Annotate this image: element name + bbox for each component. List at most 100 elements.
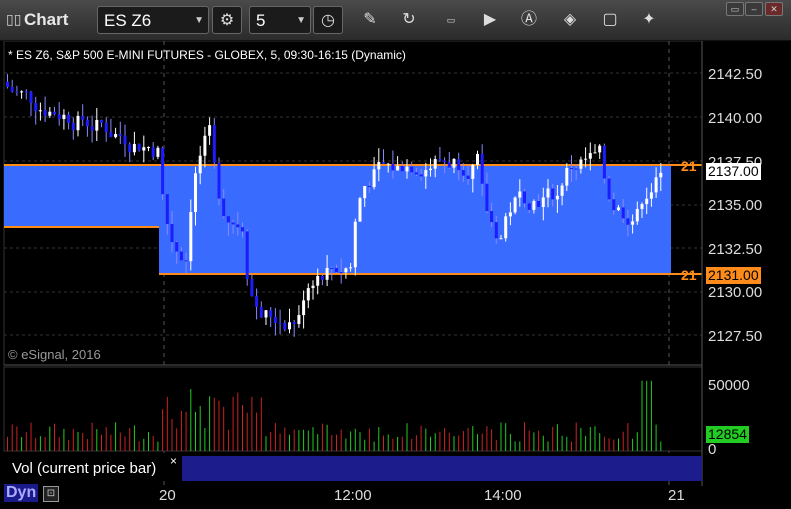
candle-body xyxy=(203,135,207,156)
candle-body xyxy=(255,296,259,307)
candle-body xyxy=(649,192,653,199)
pencil-icon[interactable]: ✎ xyxy=(355,6,385,34)
restore-icon[interactable]: ▭ xyxy=(726,2,744,16)
volume-panel xyxy=(3,366,703,452)
chevron-down-icon[interactable]: ▼ xyxy=(194,7,204,35)
candle-body xyxy=(38,110,42,112)
tag-icon[interactable]: ◈ xyxy=(555,6,585,34)
candle-body xyxy=(198,155,202,174)
candle-body xyxy=(546,188,550,198)
candle-body xyxy=(480,153,484,184)
candle-body xyxy=(645,198,649,205)
candle-body xyxy=(367,185,371,188)
candle-body xyxy=(147,147,150,149)
candle-body xyxy=(358,198,362,222)
candle-body xyxy=(132,143,136,153)
volume-close-button[interactable]: × xyxy=(170,454,177,468)
candle-body xyxy=(194,173,197,213)
candle-body xyxy=(259,306,263,318)
candle-body xyxy=(335,267,338,273)
candle-body xyxy=(471,165,475,179)
dynamic-mode-label[interactable]: Dyn xyxy=(4,484,39,502)
candle-body xyxy=(659,172,663,178)
copyright: © eSignal, 2016 xyxy=(8,347,101,362)
volume-tick: 50000 xyxy=(708,377,750,394)
zone-left xyxy=(4,165,159,227)
candle-body xyxy=(85,119,89,127)
refresh-icon[interactable]: ↻ xyxy=(394,6,424,34)
candle-body xyxy=(602,145,606,179)
zone-main xyxy=(159,165,671,274)
candle-body xyxy=(76,115,80,131)
candle-body xyxy=(621,207,625,219)
candle-body xyxy=(278,322,282,324)
candle-body xyxy=(100,119,103,123)
time-tick: 20 xyxy=(159,487,176,504)
candle-body xyxy=(156,147,160,157)
chart-app-icon: ▯▯ xyxy=(6,11,22,27)
candle-body xyxy=(170,224,174,243)
candle-body xyxy=(419,174,423,177)
lock-icon[interactable]: ⊡ xyxy=(43,486,59,502)
candle-body xyxy=(584,158,588,160)
play-icon[interactable]: ▶ xyxy=(475,6,505,34)
candle-body xyxy=(523,191,526,204)
chevron-down-icon[interactable]: ▼ xyxy=(296,7,306,35)
twitter-icon[interactable]: ✦ xyxy=(634,6,664,34)
candle-body xyxy=(250,278,254,297)
candle-body xyxy=(588,152,592,159)
candle-body xyxy=(461,170,465,176)
candle-body xyxy=(231,222,235,225)
candle-body xyxy=(95,119,99,131)
candle-body xyxy=(311,285,315,289)
candle-body xyxy=(175,242,179,252)
candle-body xyxy=(485,183,489,212)
candle-body xyxy=(212,125,216,163)
candle-body xyxy=(330,267,334,269)
candle-body xyxy=(20,91,24,93)
symbol-description: * ES Z6, S&P 500 E-MINI FUTURES - GLOBEX… xyxy=(8,48,406,62)
alert-icon[interactable]: Ⓐ xyxy=(514,6,544,34)
comment-icon[interactable]: ▢ xyxy=(595,6,625,34)
candle-body xyxy=(574,168,578,170)
interval-combo[interactable]: 5 ▼ xyxy=(249,6,311,34)
candle-body xyxy=(241,227,244,232)
zone-lower-price-badge: 2131.00 xyxy=(706,267,761,284)
chart-area[interactable]: * ES Z6, S&P 500 E-MINI FUTURES - GLOBEX… xyxy=(0,41,791,509)
candle-body xyxy=(222,198,226,217)
gear-icon[interactable]: ⚙ xyxy=(212,6,242,34)
candle-body xyxy=(48,111,52,116)
candle-body xyxy=(363,185,367,199)
candle-body xyxy=(34,102,38,112)
candle-body xyxy=(236,224,240,228)
candle-body xyxy=(400,166,404,172)
title-bar: ▯▯ Chart ES Z6 ▼ ⚙ 5 ▼ ◷ ✎ ↻ ▭ ▶ Ⓐ ◈ ▢ ✦… xyxy=(0,0,791,41)
chart-svg[interactable] xyxy=(0,41,791,509)
time-tick: 12:00 xyxy=(334,487,372,504)
candle-body xyxy=(128,144,132,153)
get-icon[interactable]: ▭ xyxy=(436,6,466,34)
candle-body xyxy=(165,194,169,225)
candle-body xyxy=(617,207,620,211)
clock-icon[interactable]: ◷ xyxy=(313,6,343,34)
candle-body xyxy=(532,201,536,210)
candle-body xyxy=(109,132,113,138)
candle-body xyxy=(339,272,343,274)
candle-body xyxy=(466,175,470,179)
close-icon[interactable]: ✕ xyxy=(765,2,783,16)
candle-body xyxy=(297,315,301,324)
candle-body xyxy=(161,147,165,195)
candle-body xyxy=(414,172,418,175)
candle-body xyxy=(438,159,442,161)
zone-lower-label: 21 xyxy=(681,267,697,283)
volume-current-badge: 12854 xyxy=(706,426,749,443)
candle-body xyxy=(137,143,141,151)
time-tick: 21 xyxy=(668,487,685,504)
minimize-icon[interactable]: – xyxy=(745,2,763,16)
candle-body xyxy=(382,162,385,164)
symbol-combo[interactable]: ES Z6 ▼ xyxy=(97,6,209,34)
candle-body xyxy=(57,114,61,120)
candle-body xyxy=(396,166,400,171)
candle-body xyxy=(579,159,583,169)
time-tick: 14:00 xyxy=(484,487,522,504)
